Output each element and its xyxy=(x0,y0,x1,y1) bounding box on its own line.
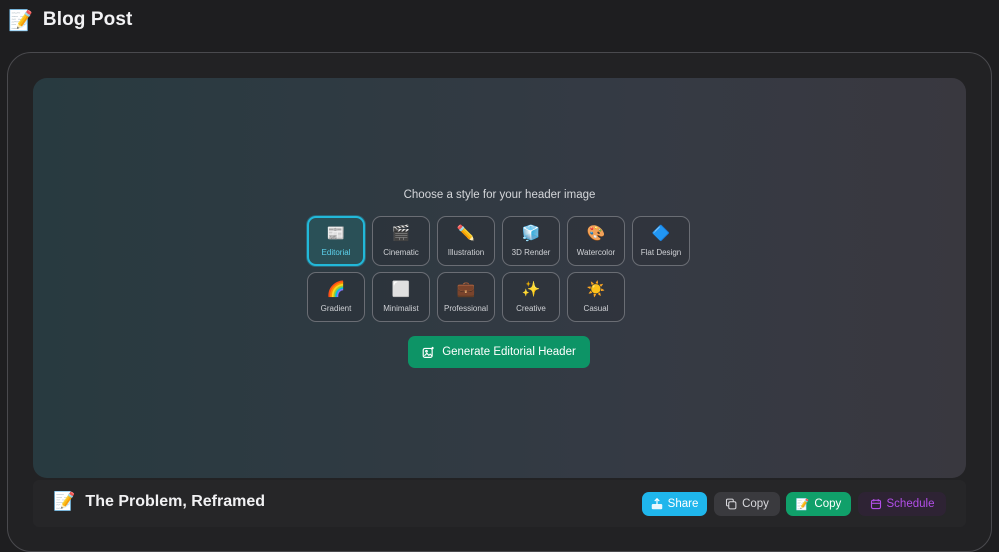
cube-icon: 🧊 xyxy=(521,223,541,242)
style-label: Editorial xyxy=(321,247,351,257)
style-label: Cinematic xyxy=(383,247,419,257)
style-label: Watercolor xyxy=(576,247,616,257)
style-label: Creative xyxy=(516,303,546,313)
memo-icon: 📝 xyxy=(53,491,76,512)
style-option-cinematic[interactable]: 🎬 Cinematic xyxy=(372,216,430,266)
style-grid: 📰 Editorial 🎬 Cinematic ✏️ Illustration … xyxy=(307,216,697,322)
copy-markdown-button[interactable]: 📝 Copy xyxy=(786,492,851,516)
memo-icon: 📝 xyxy=(8,8,33,32)
style-option-minimalist[interactable]: ⬜ Minimalist xyxy=(372,272,430,322)
style-option-3d-render[interactable]: 🧊 3D Render xyxy=(502,216,560,266)
style-label: Illustration xyxy=(447,247,485,257)
style-option-professional[interactable]: 💼 Professional xyxy=(437,272,495,322)
share-button[interactable]: Share xyxy=(642,492,707,516)
pencil-icon: ✏️ xyxy=(456,223,476,242)
copy-label: Copy xyxy=(742,498,769,510)
clapperboard-icon: 🎬 xyxy=(391,223,411,242)
briefcase-icon: 💼 xyxy=(456,279,476,298)
share-label: Share xyxy=(667,498,699,510)
newspaper-icon: 📰 xyxy=(326,223,346,242)
copy-markdown-label: Copy xyxy=(814,498,842,510)
memo-icon: 📝 xyxy=(795,497,810,511)
style-option-casual[interactable]: ☀️ Casual xyxy=(567,272,625,322)
square-icon: ⬜ xyxy=(391,279,411,298)
post-title: The Problem, Reframed xyxy=(85,493,266,510)
style-label: Casual xyxy=(583,303,609,313)
style-option-illustration[interactable]: ✏️ Illustration xyxy=(437,216,495,266)
page-title: Blog Post xyxy=(42,9,133,30)
style-option-creative[interactable]: ✨ Creative xyxy=(502,272,560,322)
style-label: Minimalist xyxy=(383,303,419,313)
sparkles-icon: ✨ xyxy=(521,279,541,298)
post-title-row: 📝 The Problem, Reframed xyxy=(53,493,265,511)
generate-header-button[interactable]: Generate Editorial Header xyxy=(408,336,590,368)
diamond-icon: 🔷 xyxy=(651,223,671,242)
post-footer: 📝 The Problem, Reframed Share Copy 📝 Cop… xyxy=(33,480,966,527)
copy-icon xyxy=(726,498,737,510)
share-tray-icon xyxy=(651,498,662,510)
style-option-watercolor[interactable]: 🎨 Watercolor xyxy=(567,216,625,266)
style-option-flat-design[interactable]: 🔷 Flat Design xyxy=(632,216,690,266)
style-option-editorial[interactable]: 📰 Editorial xyxy=(307,216,365,266)
page-header: 📝 Blog Post xyxy=(8,6,132,34)
generate-label: Generate Editorial Header xyxy=(442,346,576,358)
style-label: 3D Render xyxy=(511,247,551,257)
header-image-placeholder: Choose a style for your header image 📰 E… xyxy=(33,78,966,478)
copy-button[interactable]: Copy xyxy=(714,492,780,516)
rainbow-icon: 🌈 xyxy=(326,279,346,298)
style-prompt: Choose a style for your header image xyxy=(403,189,596,201)
schedule-button[interactable]: Schedule xyxy=(858,492,946,516)
style-label: Professional xyxy=(443,303,489,313)
style-label: Flat Design xyxy=(640,247,682,257)
image-sparkle-icon xyxy=(422,346,434,358)
sun-icon: ☀️ xyxy=(586,279,606,298)
schedule-label: Schedule xyxy=(886,498,935,510)
palette-icon: 🎨 xyxy=(586,223,606,242)
calendar-icon xyxy=(870,499,881,510)
style-option-gradient[interactable]: 🌈 Gradient xyxy=(307,272,365,322)
style-label: Gradient xyxy=(320,303,352,313)
